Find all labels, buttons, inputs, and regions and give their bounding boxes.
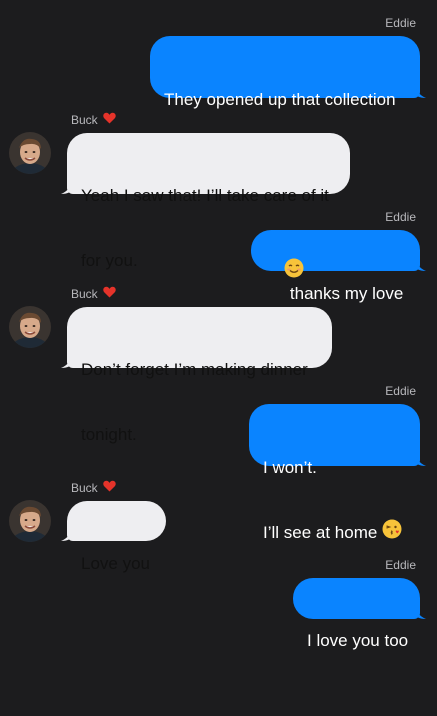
message-line: I won’t. xyxy=(263,458,317,477)
sender-name: Eddie xyxy=(385,384,416,398)
sender-name: Buck xyxy=(71,287,98,301)
incoming-message-bubble[interactable]: Love you xyxy=(61,501,166,573)
smiling-face-icon xyxy=(284,258,304,284)
incoming-message-bubble[interactable]: Yeah I saw that! I’ll take care of it fo… xyxy=(61,133,350,270)
sender-name: Eddie xyxy=(385,210,416,224)
message-line: I love you too xyxy=(307,631,409,650)
bubble-tail xyxy=(414,450,426,466)
bubble-tail xyxy=(414,603,426,619)
message-line-with-emoji: I’ll see at home xyxy=(263,519,406,545)
bubble-tail xyxy=(61,525,73,541)
message-text: I’ll see at home xyxy=(263,522,378,542)
outgoing-message-bubble[interactable]: I won’t. I’ll see at home xyxy=(249,404,426,542)
sender-name: Buck xyxy=(71,481,98,495)
contact-avatar[interactable] xyxy=(9,500,51,542)
kissing-face-icon xyxy=(382,519,402,545)
bubble-tail xyxy=(414,255,426,271)
message-line: Don’t forget I’m making dinner xyxy=(81,360,308,379)
avatar-photo xyxy=(9,132,51,174)
avatar-photo xyxy=(9,500,51,542)
message-thread: Eddie They opened up that collection sit… xyxy=(0,0,437,650)
message-text: thanks my love xyxy=(289,284,404,304)
message-line: Yeah I saw that! I’ll take care of it xyxy=(81,186,329,205)
outgoing-message-bubble[interactable]: thanks my love xyxy=(251,230,426,303)
bubble-tail xyxy=(414,82,426,98)
message-line: Love you xyxy=(81,554,150,573)
sender-name-row: Buck xyxy=(71,481,116,495)
sender-name: Eddie xyxy=(385,558,416,572)
outgoing-message-bubble[interactable]: I love you too xyxy=(293,578,426,650)
contact-avatar[interactable] xyxy=(9,132,51,174)
avatar-photo xyxy=(9,306,51,348)
sender-name-row: Buck xyxy=(71,287,116,301)
contact-avatar[interactable] xyxy=(9,306,51,348)
red-heart-icon xyxy=(102,112,116,127)
sender-name: Eddie xyxy=(385,16,416,30)
sender-name-row: Buck xyxy=(71,113,116,127)
sender-name: Buck xyxy=(71,113,98,127)
outgoing-message-bubble[interactable]: They opened up that collection site in L… xyxy=(150,36,426,174)
bubble-tail xyxy=(61,178,73,194)
bubble-tail xyxy=(61,352,73,368)
red-heart-icon xyxy=(102,286,116,301)
incoming-message-bubble[interactable]: Don’t forget I’m making dinner tonight. xyxy=(61,307,332,444)
message-line: They opened up that collection xyxy=(164,90,396,109)
red-heart-icon xyxy=(102,480,116,495)
